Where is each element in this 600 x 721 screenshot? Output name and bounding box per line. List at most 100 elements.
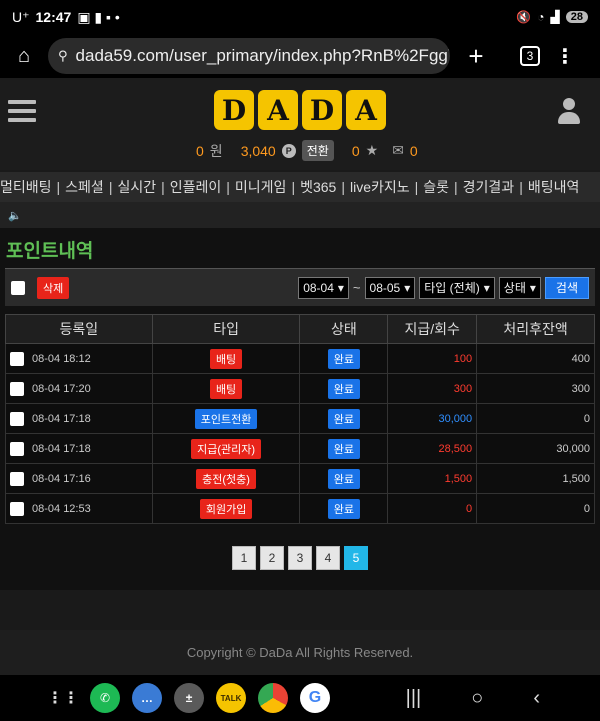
- date-text: 08-04 17:16: [32, 472, 91, 485]
- type-badge: 포인트전환: [194, 408, 258, 429]
- row-checkbox[interactable]: [10, 501, 24, 516]
- row-checkbox[interactable]: [10, 441, 24, 456]
- balance-cell: 30,000: [476, 433, 595, 464]
- status-cell: 완료: [299, 403, 389, 434]
- row-checkbox[interactable]: [10, 411, 24, 426]
- search-button[interactable]: 검색: [544, 276, 589, 299]
- logo-letter: D: [214, 90, 254, 130]
- table-row: 08-04 17:20 배팅 완료 300 300: [5, 373, 595, 404]
- date-text: 08-04 17:18: [32, 412, 91, 425]
- app-drawer-icon[interactable]: ⋮⋮: [47, 683, 79, 713]
- home-icon[interactable]: ⌂: [0, 45, 48, 68]
- logo-letter: D: [302, 90, 342, 130]
- status-cell: 완료: [299, 373, 389, 404]
- date-to-select[interactable]: 08-05 ▾: [364, 276, 416, 299]
- nav-item[interactable]: 벳365: [295, 177, 341, 197]
- star-icon[interactable]: ★: [366, 142, 379, 159]
- switch-points-button[interactable]: 전환: [301, 140, 334, 161]
- nav-item[interactable]: 슬롯: [418, 177, 454, 197]
- status-badge: 완료: [327, 378, 360, 399]
- status-cell: 완료: [299, 493, 389, 524]
- browser-menu-icon[interactable]: ⋮: [540, 44, 590, 69]
- logo-letter: A: [346, 90, 386, 130]
- status-filter-select[interactable]: 상태 ▾: [498, 276, 541, 299]
- select-all-checkbox[interactable]: [11, 280, 25, 295]
- recent-apps-icon[interactable]: |||: [406, 687, 422, 710]
- date-separator: ~: [352, 280, 361, 295]
- address-bar[interactable]: ⚲ dada59.com/user_primary/index.php?RnB%…: [48, 38, 450, 74]
- table-row: 08-04 17:18 포인트전환 완료 30,000 0: [5, 403, 595, 434]
- kakaotalk-app-icon[interactable]: TALK: [216, 683, 246, 713]
- date-cell: 08-04 17:16: [5, 463, 153, 494]
- chrome-app-icon[interactable]: [258, 683, 288, 713]
- column-header: 등록일: [5, 314, 153, 344]
- battery-indicator: 28: [565, 11, 588, 23]
- page-button[interactable]: 4: [316, 546, 340, 570]
- row-checkbox[interactable]: [10, 381, 24, 396]
- user-profile-icon[interactable]: [558, 98, 580, 126]
- phone-app-icon[interactable]: ✆: [90, 683, 120, 713]
- nav-item[interactable]: 경기결과: [458, 177, 520, 197]
- page-button[interactable]: 5: [344, 546, 368, 570]
- home-button-icon[interactable]: ○: [471, 687, 483, 710]
- android-dock: ⋮⋮ ✆ … ± TALK G ||| ○ ‹: [0, 675, 600, 721]
- amount-cell: 0: [387, 493, 478, 524]
- nav-item[interactable]: 스페셜: [60, 177, 109, 197]
- page-button[interactable]: 2: [260, 546, 284, 570]
- status-badge: 완료: [327, 348, 360, 369]
- column-header: 지급/회수: [387, 314, 478, 344]
- messages-app-icon[interactable]: …: [132, 683, 162, 713]
- type-cell: 회원가입: [151, 493, 301, 524]
- row-checkbox[interactable]: [10, 471, 24, 486]
- chevron-down-icon: ▾: [404, 280, 411, 295]
- hamburger-menu-icon[interactable]: [8, 100, 36, 122]
- mail-icon[interactable]: ✉: [392, 142, 404, 159]
- nav-item[interactable]: 멀티배팅: [0, 177, 57, 197]
- status-bar: U⁺ 12:47 ▣ ▮ ▪ • 🔇 ◔ ▟ 28: [0, 0, 600, 34]
- new-tab-icon[interactable]: +: [450, 41, 502, 72]
- calculator-app-icon[interactable]: ±: [174, 683, 204, 713]
- speaker-icon[interactable]: 🔈: [8, 209, 22, 222]
- footer: Copyright © DaDa All Rights Reserved.: [0, 630, 600, 675]
- column-header: 타입: [151, 314, 301, 344]
- nav-item[interactable]: live카지노: [345, 177, 415, 197]
- balance-cell: 400: [476, 343, 595, 374]
- date-cell: 08-04 18:12: [5, 343, 153, 374]
- amount-cell: 28,500: [387, 433, 478, 464]
- points-balance: 3,040: [240, 142, 276, 159]
- copyright-text: Copyright © DaDa All Rights Reserved.: [186, 645, 414, 660]
- page-title: 포인트내역: [6, 241, 94, 262]
- main-content: 포인트내역 삭제 08-04 ▾ ~ 08-05 ▾ 타입 (전체) ▾ 상태 ▾ 검색…: [0, 228, 600, 590]
- date-text: 08-04 17:18: [32, 442, 91, 455]
- type-filter-select[interactable]: 타입 (전체) ▾: [419, 276, 495, 299]
- type-cell: 배팅: [151, 373, 301, 404]
- date-text: 08-04 18:12: [32, 352, 91, 365]
- type-badge: 배팅: [209, 348, 243, 369]
- row-checkbox[interactable]: [10, 351, 24, 366]
- chevron-down-icon: ▾: [483, 280, 490, 295]
- site-info-icon[interactable]: ⚲: [58, 48, 68, 64]
- nav-item[interactable]: 배팅내역: [523, 177, 585, 197]
- type-cell: 배팅: [151, 343, 301, 374]
- tab-switcher-button[interactable]: 3: [520, 46, 540, 66]
- balance-cell: 1,500: [476, 463, 595, 494]
- google-app-icon[interactable]: G: [300, 683, 330, 713]
- delete-button[interactable]: 삭제: [37, 276, 70, 299]
- signal-icon: ▟: [550, 10, 560, 24]
- nav-item[interactable]: 인플레이: [165, 177, 227, 197]
- clock: 12:47: [35, 9, 72, 25]
- date-from-select[interactable]: 08-04 ▾: [298, 276, 349, 299]
- nav-item[interactable]: 미니게임: [230, 177, 292, 197]
- nav-item[interactable]: 실시간: [112, 177, 161, 197]
- type-cell: 충전(첫충): [151, 463, 301, 494]
- status-badge: 완료: [327, 408, 360, 429]
- messages-count: 0: [409, 142, 418, 159]
- page-button[interactable]: 3: [288, 546, 312, 570]
- type-badge: 충전(첫충): [196, 468, 256, 489]
- column-header: 처리후잔액: [476, 314, 595, 344]
- announcement-bar: 🔈: [0, 202, 600, 228]
- page-button[interactable]: 1: [232, 546, 256, 570]
- type-cell: 지급(관리자): [151, 433, 301, 464]
- back-icon[interactable]: ‹: [533, 687, 540, 710]
- site-logo[interactable]: D A D A: [214, 90, 386, 130]
